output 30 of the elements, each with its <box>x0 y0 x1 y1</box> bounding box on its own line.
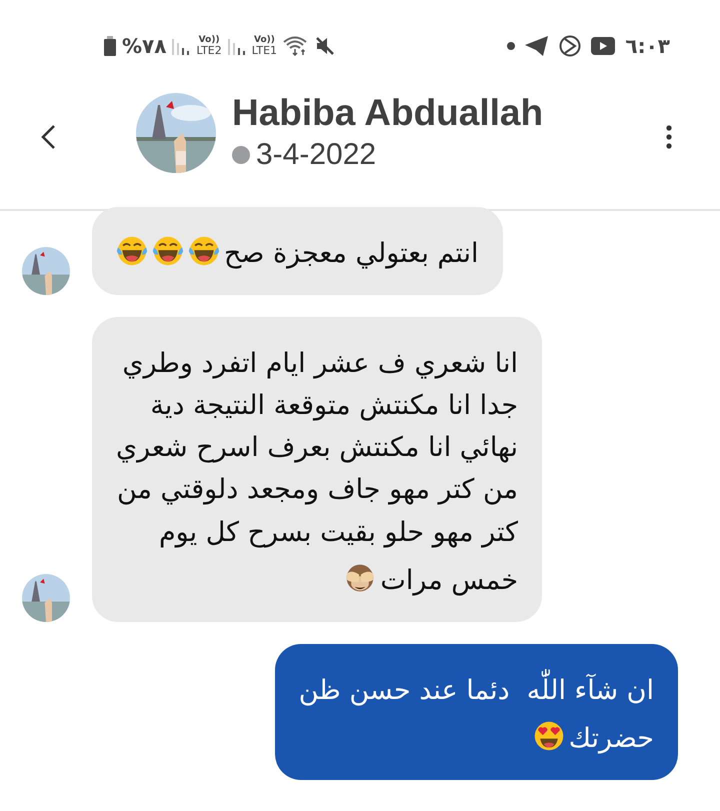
message-text: خمس مرات <box>380 564 518 598</box>
back-icon[interactable] <box>40 124 56 150</box>
laughing-face-icon <box>152 235 184 268</box>
monkey-covering-eyes-icon <box>344 562 376 594</box>
mute-icon <box>315 36 336 56</box>
signal-icon <box>228 37 246 55</box>
network-label: LTE2 <box>196 45 222 56</box>
send-icon <box>525 36 550 56</box>
laughing-face-icon <box>116 235 148 268</box>
status-dot-icon <box>232 146 250 164</box>
last-seen-date: 3-4-2022 <box>256 138 376 172</box>
network-label: LTE1 <box>252 45 278 56</box>
message-text: انا شعري ف عشر ايام اتفرد وطري جدا انا مكنتش متوقعة النتيجة دية نهائي انا مكنتش بعرف اسرح شعري من كتر مهو جاف ومجعد دلوقتي من كتر مهو حلو بقيت بسرح كل يوم <box>116 347 518 550</box>
dot-icon <box>507 42 516 50</box>
contact-name: Habiba Abduallah <box>232 92 544 134</box>
laughing-face-icon <box>188 235 220 268</box>
message-text: حضرتك <box>568 722 654 756</box>
signal-icon <box>172 37 190 55</box>
battery-icon <box>104 36 116 56</box>
circle-play-icon <box>559 35 582 57</box>
clock-time: ٦:٠٣ <box>625 34 670 58</box>
more-options-icon[interactable] <box>666 124 672 148</box>
volte-label: Vo)) <box>254 36 275 45</box>
battery-percentage: %٧٨ <box>122 34 166 58</box>
wifi-icon <box>283 36 310 56</box>
heart-eyes-face-icon <box>532 720 565 752</box>
video-play-icon <box>591 37 616 55</box>
volte-label: Vo)) <box>198 36 220 45</box>
message-text: انتم بعتولي معجزة صح <box>224 237 479 271</box>
message-text: ان شآء اللّٰه دئما عند حسن ظن <box>298 664 654 712</box>
